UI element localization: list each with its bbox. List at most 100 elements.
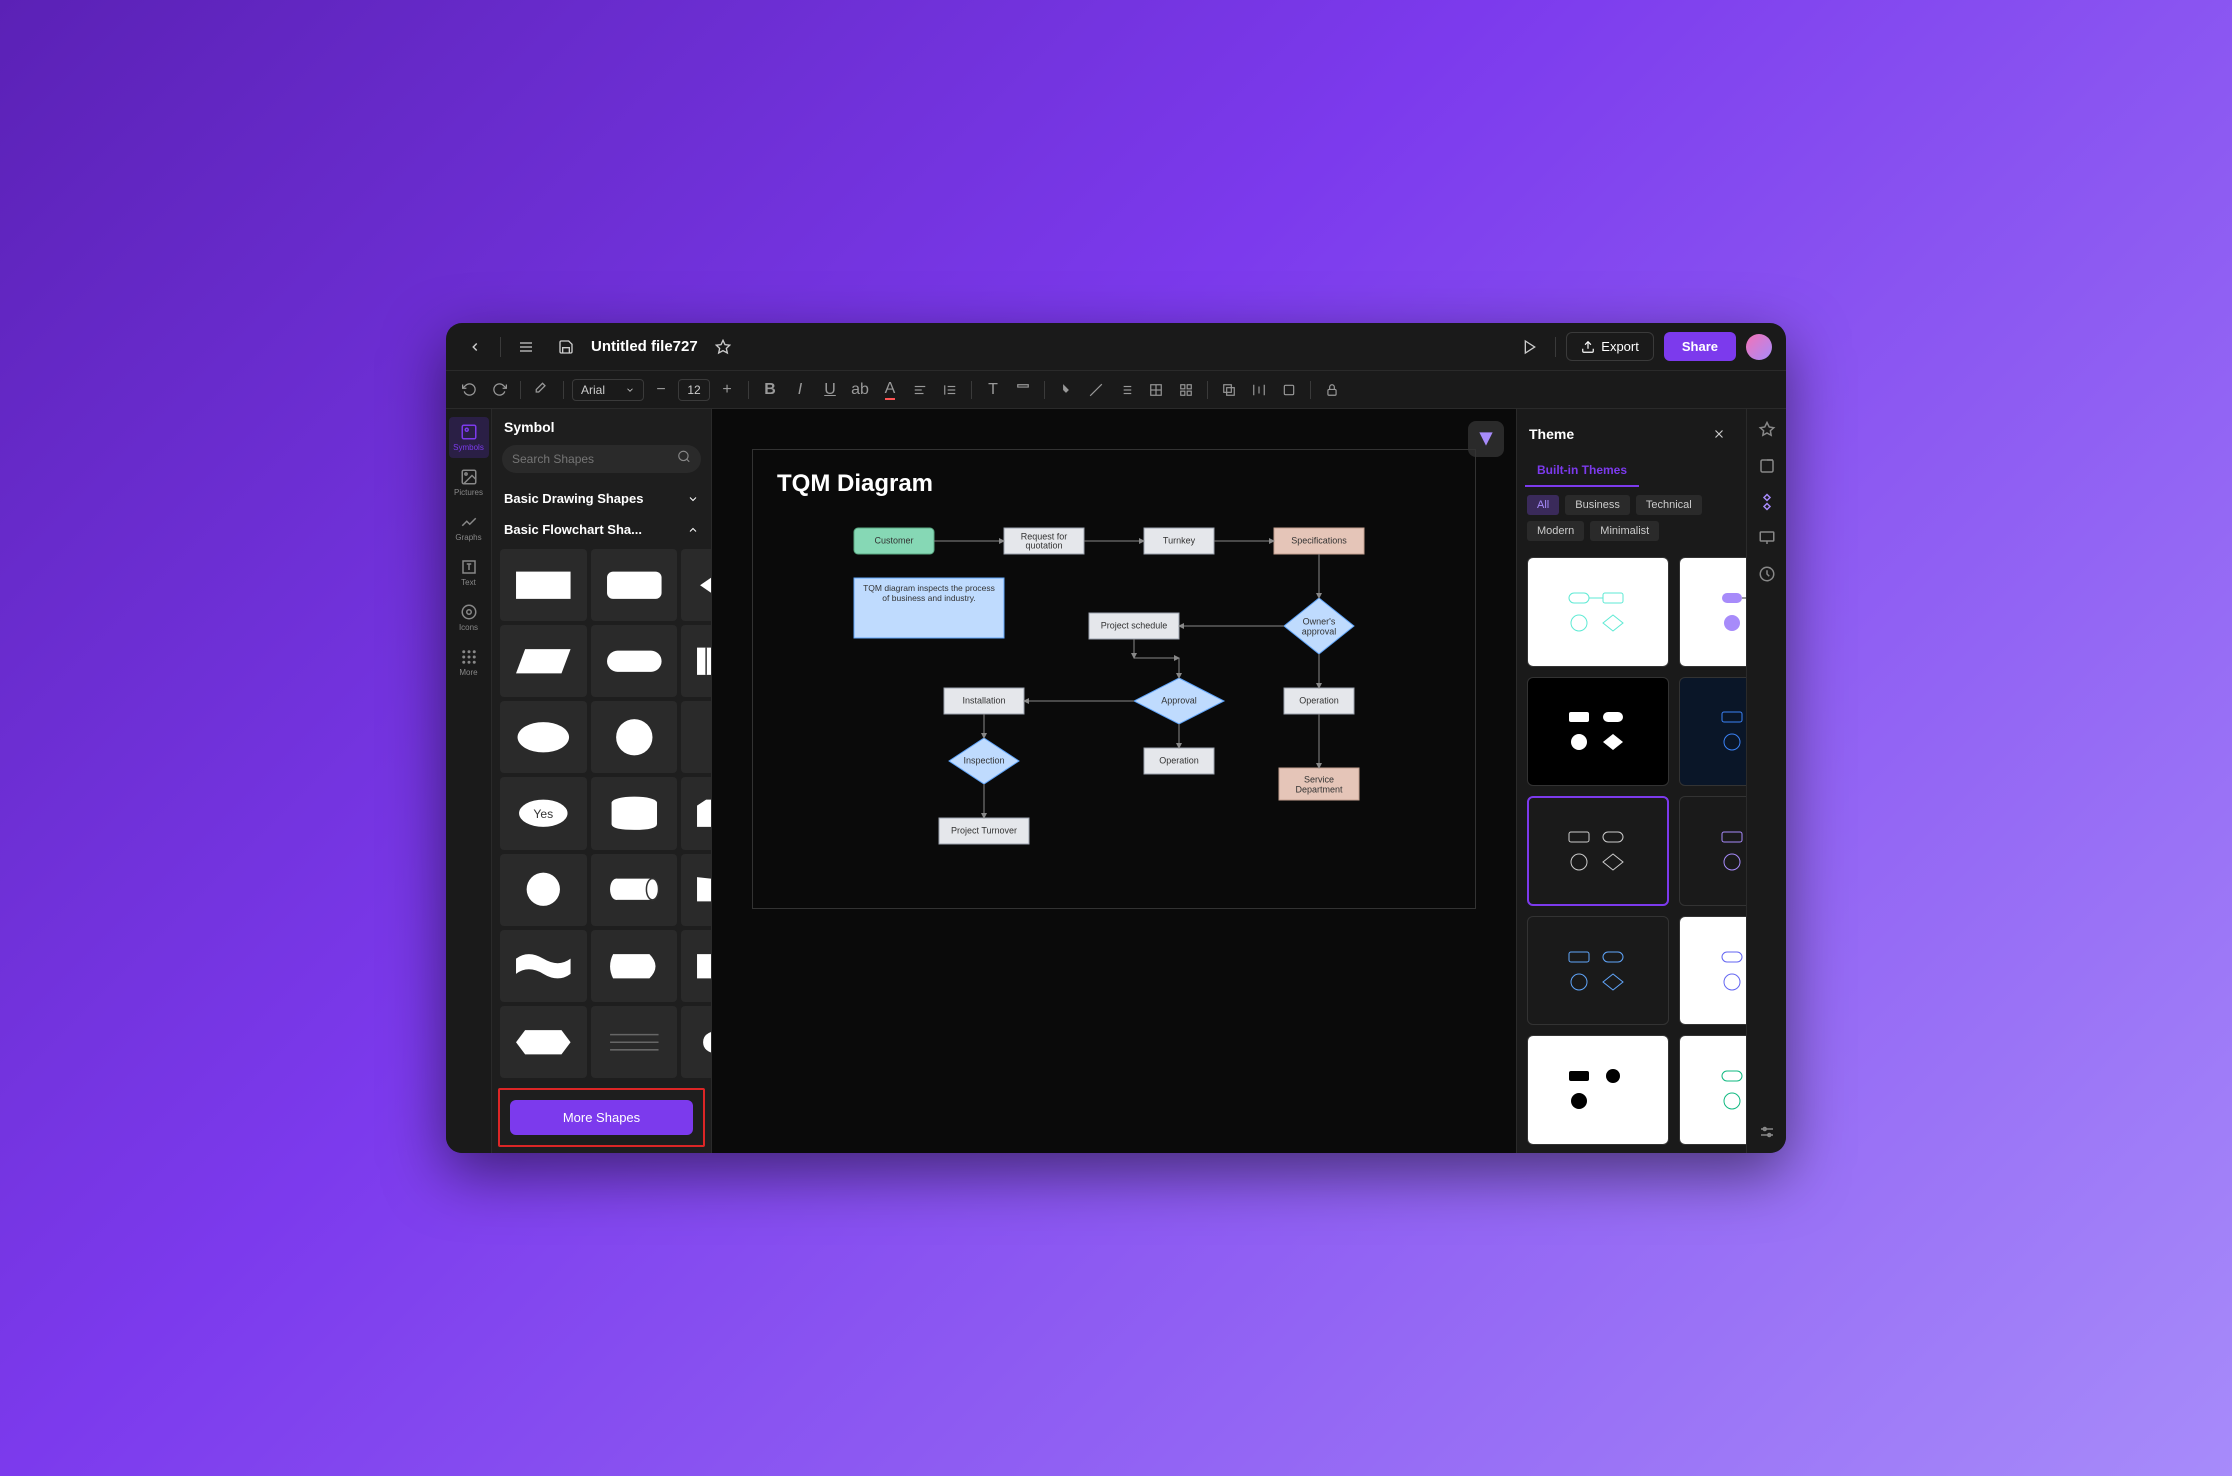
list-button[interactable] — [1113, 377, 1139, 403]
theme-icon[interactable] — [1756, 491, 1778, 513]
shape-tape[interactable] — [500, 930, 587, 1002]
rail-graphs[interactable]: Graphs — [449, 507, 489, 548]
save-icon[interactable] — [551, 332, 581, 362]
shape-delay[interactable] — [681, 930, 711, 1002]
share-button[interactable]: Share — [1664, 332, 1736, 361]
shape-pill[interactable] — [591, 625, 678, 697]
presentation-icon[interactable] — [1756, 527, 1778, 549]
shape-cylinder-h[interactable] — [591, 854, 678, 926]
shape-cylinder[interactable] — [591, 777, 678, 849]
canvas[interactable]: TQM Diagram Customer Request forquotatio… — [712, 409, 1516, 1153]
close-panel-button[interactable] — [1704, 419, 1734, 449]
font-color-button[interactable]: A — [877, 377, 903, 403]
menu-button[interactable] — [511, 332, 541, 362]
layer-button[interactable] — [1216, 377, 1242, 403]
favorite-button[interactable] — [708, 332, 738, 362]
shape-lines[interactable] — [591, 1006, 678, 1078]
bold-button[interactable]: B — [757, 377, 783, 403]
layers-icon[interactable] — [1756, 455, 1778, 477]
file-title[interactable]: Untitled file727 — [591, 338, 698, 355]
rail-symbols[interactable]: Symbols — [449, 417, 489, 458]
theme-panel: Theme Built-in Themes All Business Techn… — [1516, 409, 1746, 1153]
theme-preview[interactable] — [1527, 1035, 1669, 1145]
more-shapes-highlight: More Shapes — [498, 1088, 705, 1147]
category-basic-drawing[interactable]: Basic Drawing Shapes — [492, 483, 711, 514]
present-button[interactable] — [1515, 332, 1545, 362]
undo-button[interactable] — [456, 377, 482, 403]
font-family-picker[interactable]: Arial — [572, 379, 644, 401]
stroke-button[interactable] — [1083, 377, 1109, 403]
rail-icons[interactable]: Icons — [449, 597, 489, 638]
distribute-button[interactable] — [1246, 377, 1272, 403]
node-approval: Approval — [1161, 695, 1197, 705]
settings-icon[interactable] — [1756, 1121, 1778, 1143]
search-input[interactable] — [502, 445, 701, 473]
grid-button[interactable] — [1173, 377, 1199, 403]
text-tool-button[interactable]: T — [980, 377, 1006, 403]
shape-yes[interactable]: Yes — [500, 777, 587, 849]
font-size-increase[interactable]: + — [714, 377, 740, 403]
theme-preview[interactable] — [1527, 916, 1669, 1026]
shape-actor[interactable] — [681, 701, 711, 773]
theme-preview[interactable] — [1527, 796, 1669, 906]
shape-rounded-rect[interactable] — [591, 549, 678, 621]
divider — [1555, 337, 1556, 357]
shape-rectangle[interactable] — [500, 549, 587, 621]
font-size-input[interactable] — [678, 379, 710, 401]
theme-preview[interactable] — [1679, 796, 1746, 906]
shape-circle[interactable] — [591, 701, 678, 773]
more-shapes-button[interactable]: More Shapes — [510, 1100, 693, 1135]
table-button[interactable] — [1143, 377, 1169, 403]
theme-title: Theme — [1529, 426, 1574, 442]
theme-preview[interactable] — [1679, 916, 1746, 1026]
shape-circle2[interactable] — [500, 854, 587, 926]
node-request-l2: quotation — [1025, 540, 1062, 550]
category-basic-flowchart[interactable]: Basic Flowchart Sha... — [492, 514, 711, 545]
main-area: Symbols Pictures Graphs Text Icons More — [446, 409, 1786, 1153]
text-direction-button[interactable] — [1010, 377, 1036, 403]
filter-technical[interactable]: Technical — [1636, 495, 1702, 515]
shape-display[interactable] — [591, 930, 678, 1002]
rail-text[interactable]: Text — [449, 552, 489, 593]
shape-predefined[interactable] — [681, 625, 711, 697]
filter-all[interactable]: All — [1527, 495, 1559, 515]
filter-minimalist[interactable]: Minimalist — [1590, 521, 1659, 541]
filter-business[interactable]: Business — [1565, 495, 1630, 515]
shape-ellipse[interactable] — [500, 701, 587, 773]
theme-preview[interactable] — [1679, 557, 1746, 667]
shape-card[interactable] — [681, 777, 711, 849]
shape-cap[interactable] — [681, 1006, 711, 1078]
tab-builtin-themes[interactable]: Built-in Themes — [1525, 459, 1639, 487]
rail-pictures[interactable]: Pictures — [449, 462, 489, 503]
filter-modern[interactable]: Modern — [1527, 521, 1584, 541]
category-label: Basic Drawing Shapes — [504, 491, 643, 506]
underline-button[interactable]: U — [817, 377, 843, 403]
export-button[interactable]: Export — [1566, 332, 1654, 361]
theme-grid — [1517, 549, 1746, 1153]
redo-button[interactable] — [486, 377, 512, 403]
snap-button[interactable] — [1276, 377, 1302, 403]
node-service-l2: Department — [1295, 784, 1343, 794]
format-painter-button[interactable] — [529, 377, 555, 403]
lock-button[interactable] — [1319, 377, 1345, 403]
shape-hexagon[interactable] — [500, 1006, 587, 1078]
fill-button[interactable] — [1053, 377, 1079, 403]
theme-preview[interactable] — [1679, 677, 1746, 787]
align-button[interactable] — [907, 377, 933, 403]
shape-parallelogram[interactable] — [500, 625, 587, 697]
theme-preview[interactable] — [1527, 557, 1669, 667]
font-size-decrease[interactable]: − — [648, 377, 674, 403]
properties-icon[interactable] — [1756, 419, 1778, 441]
italic-button[interactable]: I — [787, 377, 813, 403]
user-avatar[interactable] — [1746, 334, 1772, 360]
theme-preview[interactable] — [1679, 1035, 1746, 1145]
line-spacing-button[interactable] — [937, 377, 963, 403]
strikethrough-button[interactable]: ab — [847, 377, 873, 403]
back-button[interactable] — [460, 332, 490, 362]
shape-manual[interactable] — [681, 854, 711, 926]
shape-diamond[interactable] — [681, 549, 711, 621]
rail-more[interactable]: More — [449, 642, 489, 683]
history-icon[interactable] — [1756, 563, 1778, 585]
font-name: Arial — [581, 383, 605, 397]
theme-preview[interactable] — [1527, 677, 1669, 787]
